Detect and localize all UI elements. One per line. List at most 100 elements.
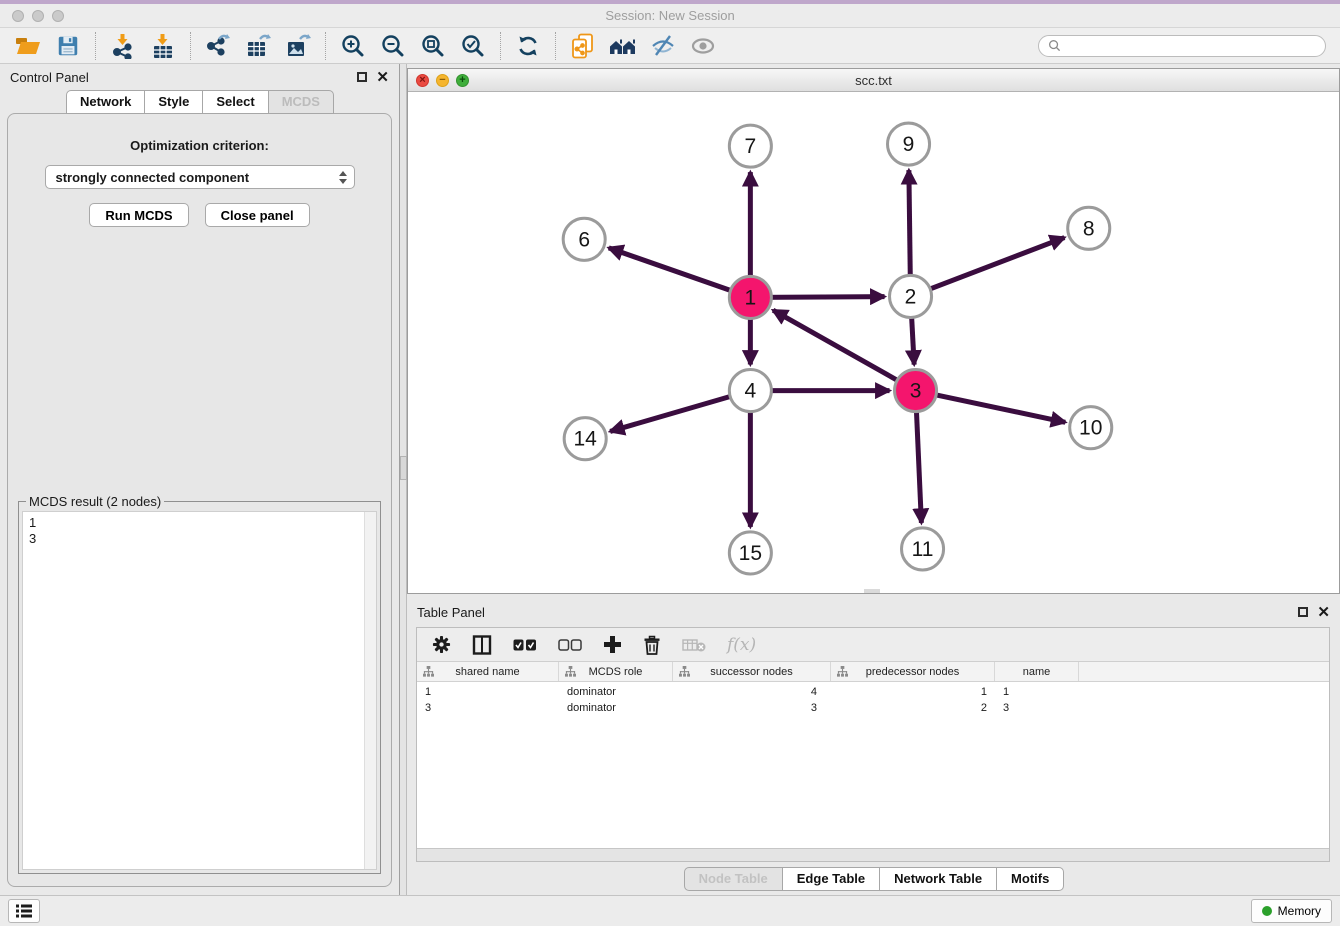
function-builder-button-disabled: f(x): [727, 635, 756, 655]
column-settings-button[interactable]: [432, 635, 451, 654]
zoom-selected-button[interactable]: [455, 31, 491, 61]
table-row[interactable]: 1dominator411: [417, 684, 1329, 700]
right-column: × − + scc.txt 7968124314101511 Table Pan…: [407, 64, 1340, 895]
memory-button[interactable]: Memory: [1251, 899, 1332, 923]
nested-networks-button[interactable]: [605, 31, 641, 61]
run-mcds-button[interactable]: Run MCDS: [89, 203, 188, 227]
result-scrollbar[interactable]: [364, 512, 376, 869]
export-network-button[interactable]: [200, 31, 236, 61]
delete-table-button-disabled: [682, 637, 706, 653]
tab-select[interactable]: Select: [202, 90, 268, 114]
float-panel-icon[interactable]: [357, 72, 367, 82]
node-4[interactable]: 4: [729, 370, 771, 412]
close-panel-icon[interactable]: ✕: [376, 70, 389, 85]
svg-text:7: 7: [745, 135, 757, 158]
open-session-button[interactable]: [10, 31, 46, 61]
save-session-button[interactable]: [50, 31, 86, 61]
mcds-result-title: MCDS result (2 nodes): [26, 494, 164, 509]
panel-splitter[interactable]: [400, 64, 407, 895]
column-header-predecessor-nodes[interactable]: predecessor nodes: [831, 662, 995, 681]
toolbar-separator: [500, 32, 501, 60]
export-image-button[interactable]: [280, 31, 316, 61]
tab-mcds[interactable]: MCDS: [268, 90, 334, 114]
node-2[interactable]: 2: [890, 275, 932, 317]
node-15[interactable]: 15: [729, 532, 771, 574]
main-area: Control Panel ✕ NetworkStyleSelectMCDS O…: [0, 64, 1340, 895]
node-8[interactable]: 8: [1068, 207, 1110, 249]
float-table-panel-icon[interactable]: [1298, 607, 1308, 617]
checked-boxes-icon: [513, 639, 537, 651]
edge-2-8[interactable]: [911, 238, 1065, 297]
node-3[interactable]: 3: [895, 370, 937, 412]
node-14[interactable]: 14: [564, 418, 606, 460]
header-filler: [1079, 662, 1329, 681]
export-network-icon: [205, 33, 231, 59]
close-panel-button[interactable]: Close panel: [205, 203, 310, 227]
show-all-button[interactable]: [685, 31, 721, 61]
refresh-button[interactable]: [510, 31, 546, 61]
dropdown-stepper-icon: [339, 171, 347, 184]
column-header-successor-nodes[interactable]: successor nodes: [673, 662, 831, 681]
node-7[interactable]: 7: [729, 125, 771, 167]
mcds-result-list[interactable]: 13: [22, 511, 377, 870]
column-header-shared-name[interactable]: shared name: [417, 662, 559, 681]
node-11[interactable]: 11: [902, 528, 944, 570]
zoom-out-button[interactable]: [375, 31, 411, 61]
edge-3-1[interactable]: [773, 310, 916, 390]
table-hscrollbar[interactable]: [417, 848, 1329, 861]
clone-network-button[interactable]: [565, 31, 601, 61]
node-9[interactable]: 9: [888, 123, 930, 165]
splitter-grip[interactable]: [400, 456, 407, 480]
eye-icon: [690, 33, 716, 59]
create-column-button[interactable]: [603, 635, 622, 654]
delete-columns-button[interactable]: [643, 635, 661, 655]
task-history-button[interactable]: [8, 899, 40, 923]
mcds-panel: Optimization criterion: strongly connect…: [7, 113, 392, 887]
deselect-all-button[interactable]: [558, 639, 582, 651]
delete-table-icon: [682, 637, 706, 653]
search-input[interactable]: [1066, 38, 1316, 54]
zoom-window-button[interactable]: [52, 10, 64, 22]
tab-style[interactable]: Style: [144, 90, 203, 114]
network-canvas[interactable]: 7 9 6 8 1 2 4 3 14 10 15 11: [408, 92, 1339, 593]
zoom-in-button[interactable]: [335, 31, 371, 61]
tab-network-table[interactable]: Network Table: [879, 867, 997, 891]
network-close-button[interactable]: ×: [416, 74, 429, 87]
open-folder-icon: [15, 33, 41, 59]
optimization-criterion-select[interactable]: strongly connected component: [45, 165, 355, 189]
split-columns-button[interactable]: [472, 635, 492, 655]
column-header-name[interactable]: name: [995, 662, 1079, 681]
select-all-button[interactable]: [513, 639, 537, 651]
cell-successor-nodes: 3: [673, 702, 831, 714]
column-label: shared name: [455, 666, 519, 678]
result-item[interactable]: 3: [29, 531, 370, 547]
list-icon: [16, 904, 32, 918]
node-1[interactable]: 1: [729, 276, 771, 318]
import-network-button[interactable]: [105, 31, 141, 61]
network-minimize-button[interactable]: −: [436, 74, 449, 87]
canvas-resize-grip[interactable]: [864, 589, 880, 593]
import-table-button[interactable]: [145, 31, 181, 61]
hide-selected-button[interactable]: [645, 31, 681, 61]
close-table-panel-icon[interactable]: ✕: [1317, 605, 1330, 620]
result-item[interactable]: 1: [29, 515, 370, 531]
export-table-button[interactable]: [240, 31, 276, 61]
minimize-window-button[interactable]: [32, 10, 44, 22]
node-10[interactable]: 10: [1070, 407, 1112, 449]
tab-node-table[interactable]: Node Table: [684, 867, 783, 891]
close-window-button[interactable]: [12, 10, 24, 22]
node-6[interactable]: 6: [563, 218, 605, 260]
network-graph[interactable]: 7 9 6 8 1 2 4 3 14 10 15 11: [408, 92, 1339, 593]
tab-network[interactable]: Network: [66, 90, 145, 114]
control-panel: Control Panel ✕ NetworkStyleSelectMCDS O…: [0, 64, 400, 895]
tab-edge-table[interactable]: Edge Table: [782, 867, 880, 891]
column-header-MCDS-role[interactable]: MCDS role: [559, 662, 673, 681]
toolbar-separator: [555, 32, 556, 60]
table-row[interactable]: 3dominator323: [417, 700, 1329, 716]
zoom-fit-button[interactable]: [415, 31, 451, 61]
edge-3-10[interactable]: [916, 391, 1066, 423]
mcds-result-group: MCDS result (2 nodes) 13: [18, 494, 381, 874]
network-zoom-button[interactable]: +: [456, 74, 469, 87]
tab-motifs[interactable]: Motifs: [996, 867, 1064, 891]
column-label: predecessor nodes: [866, 666, 960, 678]
